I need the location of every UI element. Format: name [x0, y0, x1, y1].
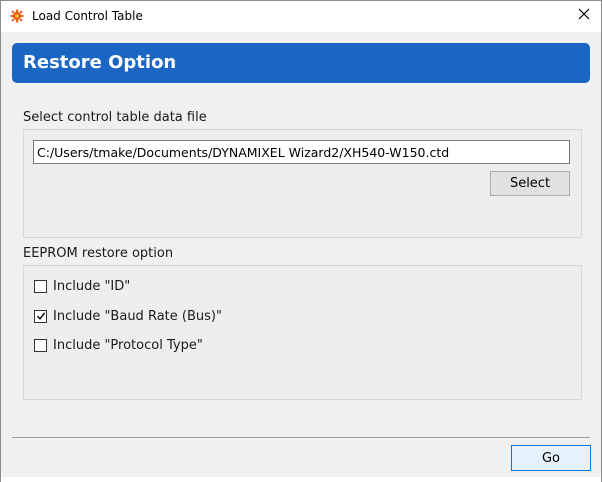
include-baud-rate-label: Include "Baud Rate (Bus)" [53, 308, 222, 324]
include-protocol-type-checkbox[interactable] [34, 338, 47, 352]
app-gear-icon [10, 9, 24, 23]
go-button[interactable]: Go [511, 445, 591, 471]
close-button[interactable] [569, 4, 599, 28]
include-id-option[interactable]: Include "ID" [34, 278, 130, 294]
select-button-label: Select [509, 176, 551, 191]
go-button-label: Go [541, 450, 561, 466]
eeprom-section-label: EEPROM restore option [23, 246, 174, 261]
bottom-edge [1, 477, 601, 482]
include-protocol-type-label: Include "Protocol Type" [53, 337, 203, 353]
close-icon [578, 8, 590, 24]
include-id-label: Include "ID" [53, 278, 131, 294]
include-protocol-type-option[interactable]: Include "Protocol Type" [34, 337, 203, 353]
header-banner: Restore Option [12, 43, 590, 83]
dialog-window: Load Control Table Restore Option Select… [0, 0, 602, 482]
file-section-label: Select control table data file [23, 110, 207, 125]
header-title: Restore Option [23, 52, 177, 73]
footer-divider [12, 437, 590, 438]
include-id-checkbox[interactable] [34, 279, 47, 293]
include-baud-rate-checkbox[interactable] [34, 309, 47, 323]
select-file-button[interactable]: Select [490, 171, 570, 196]
checkmark-icon [36, 312, 45, 320]
file-path-input[interactable] [33, 140, 570, 164]
window-title: Load Control Table [32, 9, 143, 23]
include-baud-rate-option[interactable]: Include "Baud Rate (Bus)" [34, 308, 222, 324]
title-bar: Load Control Table [1, 1, 601, 32]
